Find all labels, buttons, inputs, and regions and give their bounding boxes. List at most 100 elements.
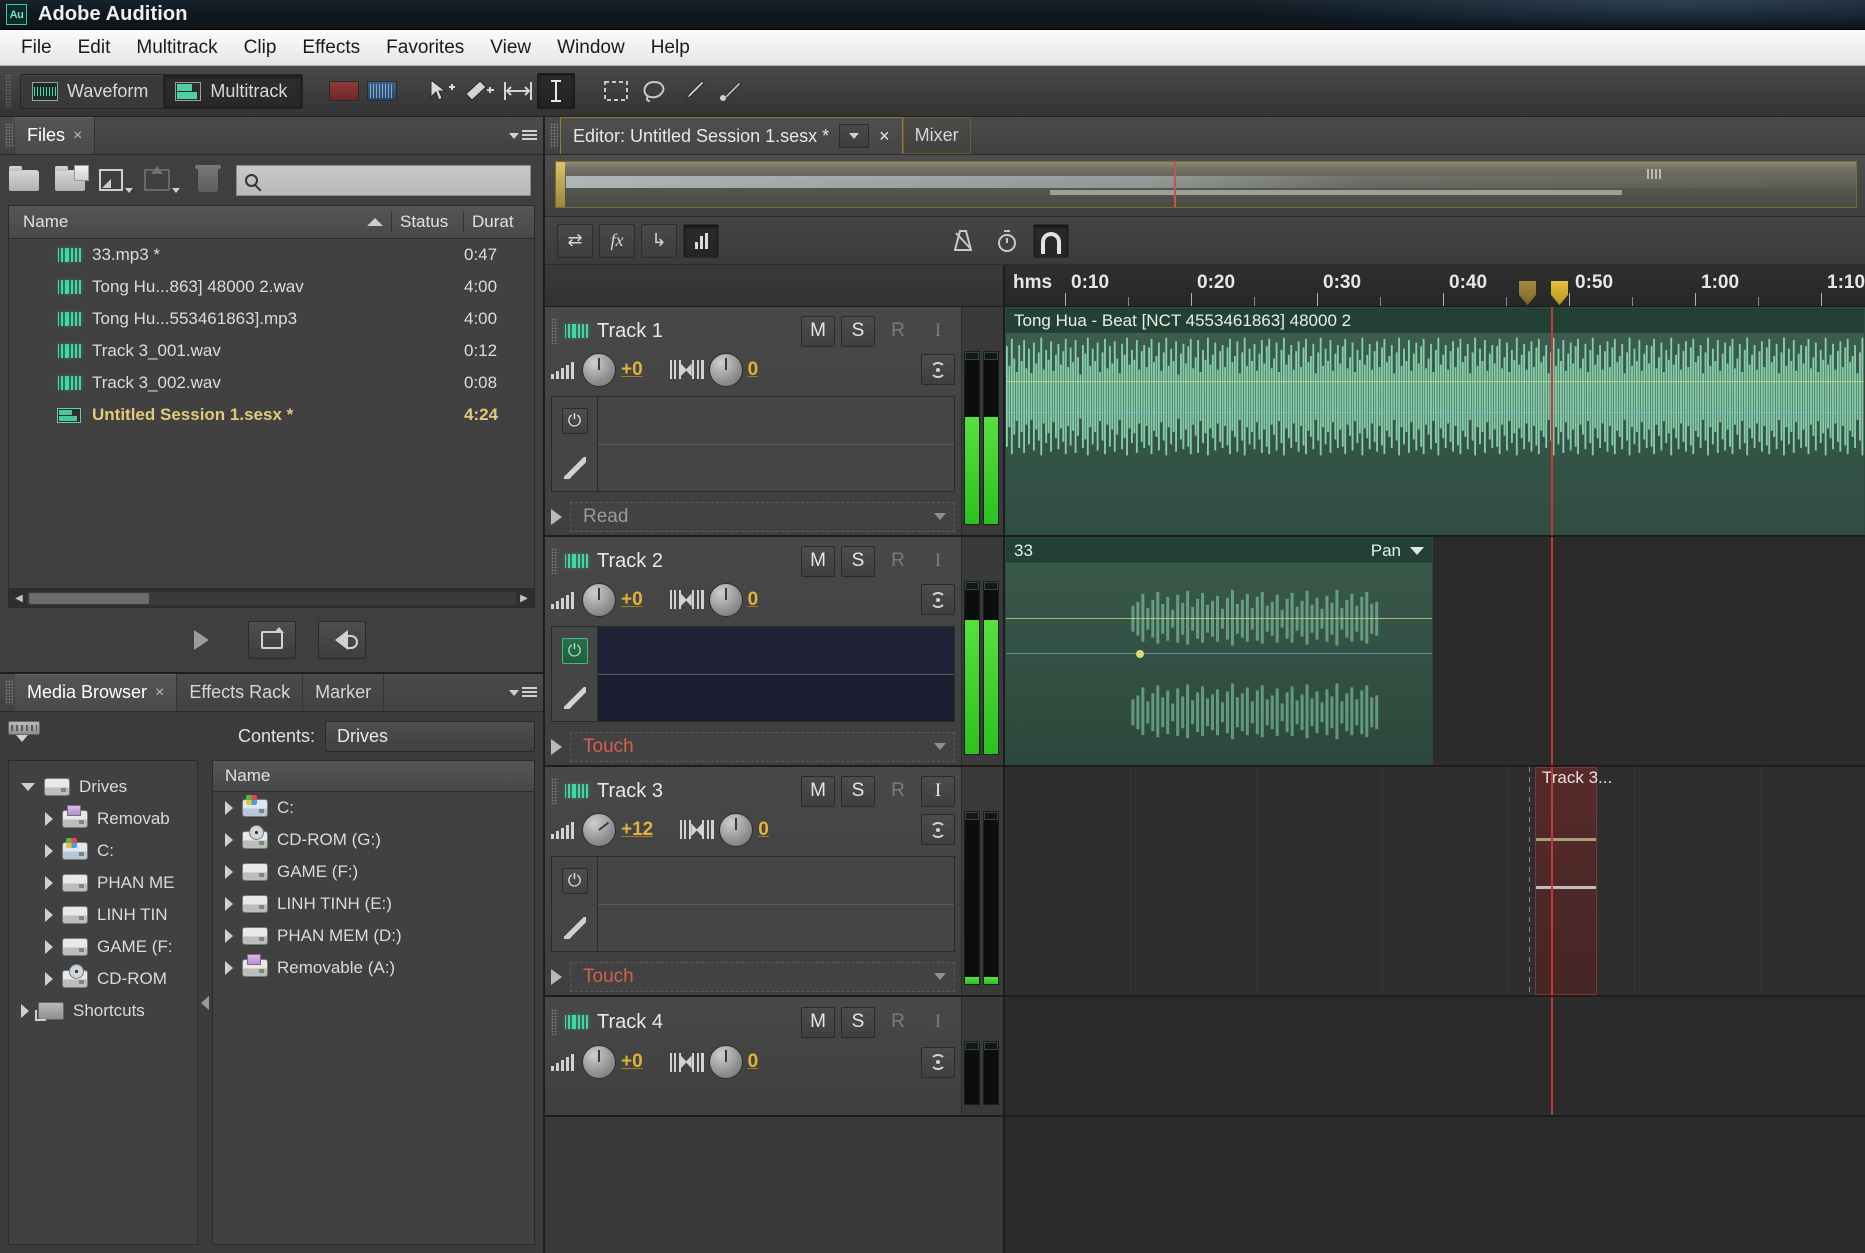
fx-edit-button[interactable] [552, 674, 597, 721]
paintbrush-tool-button[interactable] [673, 73, 711, 109]
chevron-right-icon[interactable] [225, 801, 233, 815]
chevron-right-icon[interactable] [225, 929, 233, 943]
column-header-duration[interactable]: Durat [464, 212, 534, 232]
close-selected-files-button[interactable] [190, 164, 226, 196]
tab-files[interactable]: Files × [15, 117, 96, 154]
pan-envelope-line[interactable] [1006, 653, 1432, 654]
volume-envelope-line[interactable] [1006, 381, 1864, 382]
playhead[interactable] [1551, 537, 1553, 765]
list-item[interactable]: Removable (A:) [213, 952, 534, 984]
track-lane-4[interactable] [1005, 997, 1865, 1117]
record-arm-button[interactable]: R [881, 546, 915, 577]
tree-item-shortcuts[interactable]: Shortcuts [9, 995, 197, 1027]
contents-select[interactable]: Drives [325, 720, 535, 752]
track-name[interactable]: Track 4 [597, 1011, 663, 1034]
input-monitor-button[interactable]: I [921, 316, 955, 347]
pan-value[interactable]: 0 [748, 589, 759, 611]
menu-favorites[interactable]: Favorites [373, 34, 477, 62]
clip-color-red-swatch[interactable] [325, 73, 363, 109]
table-row[interactable]: Track 3_001.wav 0:12 [9, 335, 534, 367]
expand-automation-icon[interactable] [551, 738, 562, 755]
search-input[interactable] [264, 171, 530, 189]
tab-mixer[interactable]: Mixer [903, 117, 971, 154]
playhead[interactable] [1551, 997, 1553, 1115]
chevron-right-icon[interactable] [225, 865, 233, 879]
zoom-navigator[interactable] [545, 155, 1865, 217]
shortcuts-dropdown-button[interactable] [8, 721, 50, 751]
solo-button[interactable]: S [841, 315, 875, 347]
chevron-right-icon[interactable] [45, 908, 53, 922]
file-list-horizontal-scrollbar[interactable]: ◀ ▶ [9, 588, 534, 607]
chevron-right-icon[interactable] [45, 940, 53, 954]
meters-button[interactable] [683, 223, 719, 258]
files-search-box[interactable] [236, 164, 531, 196]
timeline-clips-column[interactable]: hms 0:10 0:20 0:30 0:40 0:50 1:00 1:10 1… [1005, 265, 1865, 1253]
marquee-selection-tool-button[interactable] [597, 73, 635, 109]
chevron-right-icon[interactable] [45, 812, 53, 826]
automation-mode-select[interactable]: Touch [570, 961, 955, 992]
pan-knob[interactable] [719, 812, 754, 847]
menu-help[interactable]: Help [638, 34, 703, 62]
tree-item-game[interactable]: GAME (F: [9, 931, 197, 963]
close-icon[interactable]: × [155, 684, 164, 702]
pan-value[interactable]: 0 [748, 359, 759, 381]
table-row[interactable]: Tong Hu...863] 48000 2.wav 4:00 [9, 271, 534, 303]
fx-power-button[interactable]: ⏻ [552, 857, 597, 904]
track-name[interactable]: Track 2 [597, 550, 663, 573]
fx-button[interactable]: fx [599, 223, 635, 258]
tree-item-drives[interactable]: Drives [9, 771, 197, 803]
chevron-right-icon[interactable] [225, 897, 233, 911]
zoom-navigator-track[interactable] [555, 161, 1857, 208]
volume-value[interactable]: +0 [621, 1051, 643, 1073]
clip-header[interactable]: 33 Pan [1006, 538, 1432, 564]
record-arm-button[interactable]: R [881, 316, 915, 347]
chevron-down-icon[interactable] [1410, 546, 1424, 555]
fx-slot[interactable] [598, 445, 954, 492]
list-item[interactable]: PHAN MEM (D:) [213, 920, 534, 952]
clip-track-2[interactable]: 33 Pan [1005, 537, 1433, 765]
chevron-right-icon[interactable] [45, 972, 53, 986]
fx-slot[interactable] [598, 857, 954, 905]
table-row[interactable]: Track 3_002.wav 0:08 [9, 367, 534, 399]
envelope-keyframe[interactable] [1136, 650, 1144, 658]
tree-item-cdrom[interactable]: CD-ROM [9, 963, 197, 995]
scroll-right-icon[interactable]: ▶ [516, 591, 532, 606]
timeline-ruler[interactable]: hms 0:10 0:20 0:30 0:40 0:50 1:00 1:10 1… [1005, 265, 1865, 307]
mute-button[interactable]: M [801, 1006, 835, 1038]
automation-mode-select[interactable]: Read [570, 501, 955, 532]
tab-effects-rack[interactable]: Effects Rack [177, 674, 304, 711]
close-icon[interactable]: × [879, 126, 890, 147]
expand-automation-icon[interactable] [551, 508, 562, 525]
loop-playback-button[interactable] [247, 621, 296, 659]
marker-pin[interactable] [1551, 281, 1568, 305]
menu-view[interactable]: View [477, 34, 544, 62]
snap-toggle-button[interactable] [1033, 223, 1069, 258]
input-monitor-button[interactable]: I [921, 1007, 955, 1038]
sends-button[interactable]: ↳ [641, 223, 677, 258]
track-grip[interactable] [551, 778, 558, 805]
volume-knob[interactable] [582, 582, 616, 617]
tree-item-linh-tinh[interactable]: LINH TIN [9, 899, 197, 931]
pan-envelope-line[interactable] [1006, 412, 1864, 413]
chevron-down-icon[interactable] [21, 783, 35, 791]
track-grip[interactable] [551, 318, 558, 345]
tab-marker[interactable]: Marker [303, 674, 385, 711]
automation-mode-select[interactable]: Touch [570, 731, 955, 762]
pan-knob[interactable] [708, 1045, 743, 1079]
list-item[interactable]: GAME (F:) [213, 856, 534, 888]
timer-button[interactable] [989, 224, 1025, 258]
media-panel-menu-button[interactable] [509, 686, 537, 699]
pan-knob[interactable] [708, 582, 743, 617]
table-row[interactable]: Tong Hu...553461863].mp3 4:00 [9, 303, 534, 335]
scroll-left-icon[interactable]: ◀ [11, 591, 27, 606]
scrollbar-track[interactable] [27, 591, 516, 605]
menu-edit[interactable]: Edit [65, 34, 124, 62]
column-header-status[interactable]: Status [392, 212, 464, 232]
pan-knob[interactable] [708, 352, 743, 387]
drive-list-header[interactable]: Name [213, 761, 534, 792]
media-panel-grip[interactable] [5, 680, 13, 705]
output-routing-button[interactable] [921, 814, 955, 846]
spectral-display-button[interactable] [363, 73, 401, 109]
volume-knob[interactable] [582, 1045, 616, 1079]
pan-value[interactable]: 0 [748, 1051, 759, 1073]
